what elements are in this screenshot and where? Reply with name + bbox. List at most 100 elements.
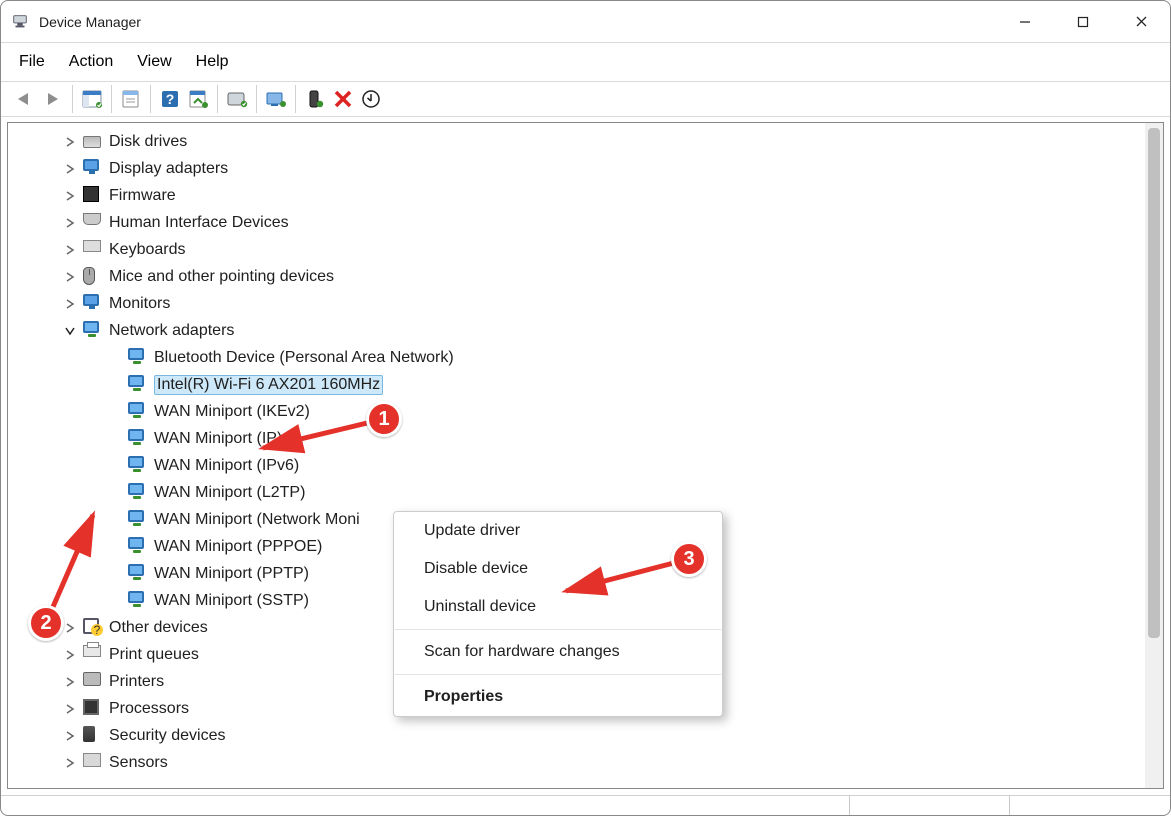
expand-icon[interactable]: [63, 216, 77, 230]
tree-node[interactable]: Intel(R) Wi-Fi 6 AX201 160MHz: [8, 371, 1145, 398]
device-icon: [83, 240, 103, 260]
expand-icon[interactable]: [63, 243, 77, 257]
context-menu-item[interactable]: Properties: [394, 678, 722, 716]
tree-node-label: Network adapters: [109, 322, 234, 340]
expand-icon[interactable]: [63, 702, 77, 716]
tree-node-label: Intel(R) Wi-Fi 6 AX201 160MHz: [154, 375, 383, 395]
tree-node-label: Security devices: [109, 727, 226, 745]
vertical-scrollbar[interactable]: [1145, 123, 1163, 788]
svg-text:?: ?: [166, 91, 175, 107]
tree-node-label: WAN Miniport (SSTP): [154, 592, 309, 610]
toolbar-sep: [217, 85, 218, 113]
tree-node-label: WAN Miniport (IP): [154, 430, 282, 448]
tree-node-label: Mice and other pointing devices: [109, 268, 334, 286]
tree-node-label: Monitors: [109, 295, 170, 313]
update-driver-button[interactable]: [184, 85, 212, 113]
menu-view[interactable]: View: [125, 46, 183, 78]
titlebar: Device Manager: [1, 1, 1170, 43]
toolbar-sep: [295, 85, 296, 113]
tree-node[interactable]: Human Interface Devices: [8, 209, 1145, 236]
context-menu-item[interactable]: Uninstall device: [394, 588, 722, 626]
tree-node[interactable]: WAN Miniport (IP): [8, 425, 1145, 452]
device-icon: [128, 510, 148, 530]
device-icon: [83, 753, 103, 773]
tree-node-label: Display adapters: [109, 160, 228, 178]
device-icon: [83, 294, 103, 314]
expand-icon[interactable]: [63, 324, 77, 338]
context-menu-item[interactable]: Update driver: [394, 512, 722, 550]
toolbar-sep: [256, 85, 257, 113]
tree-node[interactable]: Monitors: [8, 290, 1145, 317]
tree-node[interactable]: Mice and other pointing devices: [8, 263, 1145, 290]
menu-file[interactable]: File: [7, 46, 57, 78]
menu-action[interactable]: Action: [57, 46, 125, 78]
maximize-button[interactable]: [1054, 1, 1112, 43]
tree-node[interactable]: Display adapters: [8, 155, 1145, 182]
device-icon: [128, 375, 148, 395]
annotation-badge: 3: [671, 541, 707, 577]
expand-icon: [108, 378, 122, 392]
device-icon: [128, 564, 148, 584]
device-icon: [83, 645, 103, 665]
device-icon: [83, 321, 103, 341]
expand-icon[interactable]: [63, 621, 77, 635]
context-menu-separator: [395, 674, 721, 675]
tree-node[interactable]: Keyboards: [8, 236, 1145, 263]
device-icon: [83, 726, 103, 746]
expand-icon: [108, 432, 122, 446]
forward-button[interactable]: [39, 85, 67, 113]
enable-device-button[interactable]: [301, 85, 329, 113]
expand-icon[interactable]: [63, 135, 77, 149]
tree-node[interactable]: Network adapters: [8, 317, 1145, 344]
expand-icon[interactable]: [63, 675, 77, 689]
annotation-badge: 2: [28, 605, 64, 641]
disable-device-button[interactable]: [329, 85, 357, 113]
tree-node[interactable]: WAN Miniport (IPv6): [8, 452, 1145, 479]
tree-node-label: Processors: [109, 700, 189, 718]
expand-icon[interactable]: [63, 729, 77, 743]
expand-icon[interactable]: [63, 648, 77, 662]
show-console-tree-button[interactable]: [78, 85, 106, 113]
toolbar-sep: [150, 85, 151, 113]
tree-node-label: WAN Miniport (PPPOE): [154, 538, 322, 556]
device-manager-window: Device Manager File Action View Help ?: [0, 0, 1171, 816]
tree-node[interactable]: Firmware: [8, 182, 1145, 209]
expand-icon: [108, 594, 122, 608]
toolbar-sep: [111, 85, 112, 113]
menu-help[interactable]: Help: [184, 46, 241, 78]
device-icon: [83, 213, 103, 233]
tree-node[interactable]: WAN Miniport (IKEv2): [8, 398, 1145, 425]
tree-node[interactable]: Security devices: [8, 722, 1145, 749]
tree-node-label: Keyboards: [109, 241, 186, 259]
tree-node-label: Human Interface Devices: [109, 214, 289, 232]
expand-icon: [108, 513, 122, 527]
tree-node[interactable]: WAN Miniport (L2TP): [8, 479, 1145, 506]
tree-node-label: Disk drives: [109, 133, 187, 151]
device-icon: [83, 618, 103, 638]
expand-icon[interactable]: [63, 189, 77, 203]
tree-node[interactable]: Sensors: [8, 749, 1145, 776]
tree-node[interactable]: Bluetooth Device (Personal Area Network): [8, 344, 1145, 371]
tree-node[interactable]: Disk drives: [8, 128, 1145, 155]
scroll-thumb[interactable]: [1148, 128, 1160, 638]
expand-icon: [108, 540, 122, 554]
expand-icon[interactable]: [63, 270, 77, 284]
context-menu-item[interactable]: Scan for hardware changes: [394, 633, 722, 671]
expand-icon[interactable]: [63, 756, 77, 770]
help-button[interactable]: ?: [156, 85, 184, 113]
scan-hardware-button[interactable]: [262, 85, 290, 113]
expand-icon[interactable]: [63, 297, 77, 311]
back-button[interactable]: [11, 85, 39, 113]
device-icon: [128, 537, 148, 557]
uninstall-button[interactable]: [223, 85, 251, 113]
close-button[interactable]: [1112, 1, 1170, 43]
minimize-button[interactable]: [996, 1, 1054, 43]
device-icon: [128, 348, 148, 368]
window-controls: [996, 1, 1170, 43]
device-icon: [83, 159, 103, 179]
add-legacy-hardware-button[interactable]: [357, 85, 385, 113]
expand-icon[interactable]: [63, 162, 77, 176]
properties-button[interactable]: [117, 85, 145, 113]
status-cell-3: [1010, 796, 1170, 815]
tree-node-label: Bluetooth Device (Personal Area Network): [154, 349, 454, 367]
